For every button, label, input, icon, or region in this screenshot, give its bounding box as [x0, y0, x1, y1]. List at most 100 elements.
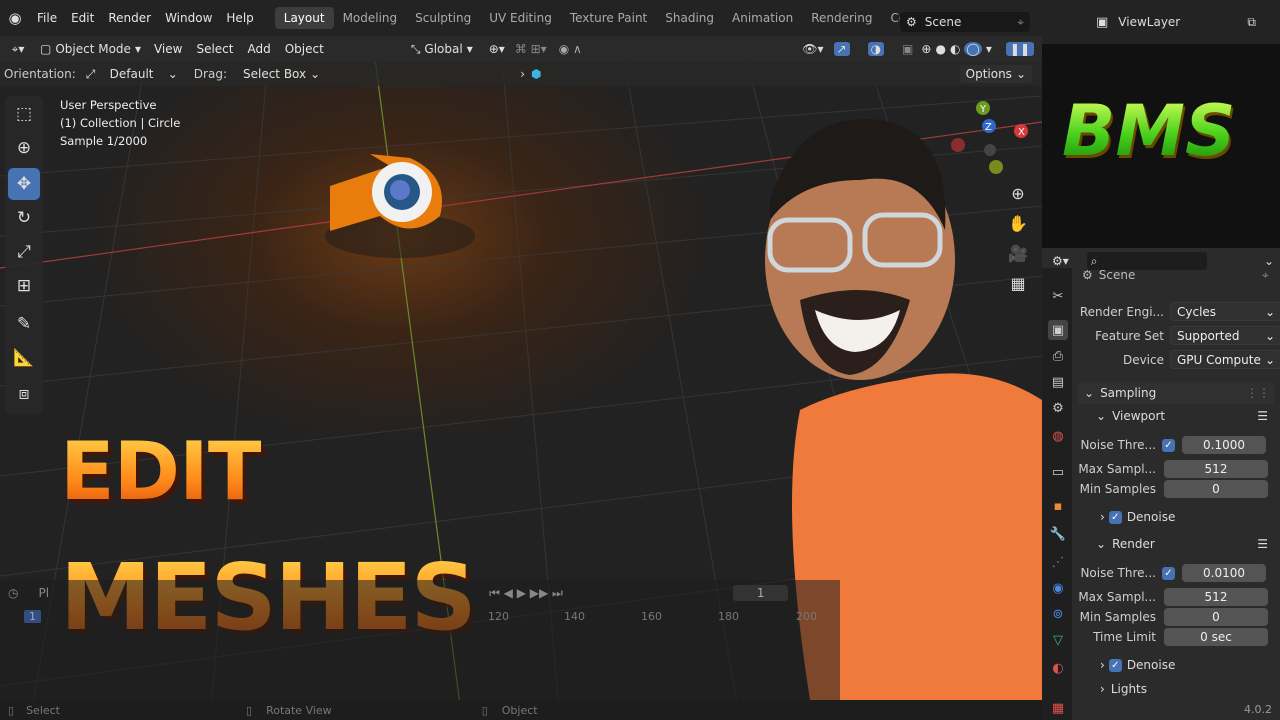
menu-object[interactable]: Object	[278, 42, 331, 56]
render-subpanel-header[interactable]: ⌄ Render ☰	[1096, 534, 1274, 554]
sampling-panel-header[interactable]: ⌄ Sampling ⋮⋮	[1078, 382, 1274, 404]
vp-denoise-header[interactable]: › ✓ Denoise	[1100, 510, 1175, 524]
output-tab-icon[interactable]: ⎙	[1048, 346, 1068, 366]
physics-tab-icon[interactable]: ◉	[1048, 578, 1068, 598]
presets-list-icon[interactable]: ☰	[1257, 409, 1268, 423]
pan-hand-icon[interactable]: ✋	[1005, 210, 1031, 236]
r-noise-field[interactable]: 0.0100	[1182, 564, 1266, 582]
world-tab-icon[interactable]: ◍	[1048, 426, 1068, 446]
blender-logo-icon[interactable]: ◉	[0, 9, 30, 27]
blender-logo-object[interactable]	[310, 136, 490, 266]
options-dropdown[interactable]: Options ⌄	[959, 65, 1032, 83]
constraints-tab-icon[interactable]: ⊚	[1048, 604, 1068, 624]
vp-denoise-checkbox[interactable]: ✓	[1108, 510, 1122, 524]
timeline-area[interactable]: ◷ Pl ⏮ ◀ ▶ ▶▶ ⏭ 1 1 120 140 160 180 200	[0, 580, 840, 700]
device-select[interactable]: GPU Compute ⌄	[1170, 350, 1280, 369]
select-box-tool-icon[interactable]: ⬚	[8, 98, 40, 130]
properties-editor-icon[interactable]: ⚙▾	[1052, 254, 1069, 268]
menu-view[interactable]: View	[147, 42, 189, 56]
overlay-toggle-icon[interactable]: ◑	[867, 42, 885, 56]
modifier-tab-icon[interactable]: 🔧	[1048, 524, 1068, 544]
menu-edit[interactable]: Edit	[64, 11, 101, 25]
header-chevron-icon[interactable]: ⌄	[1264, 254, 1274, 268]
shading-material-icon[interactable]: ◐	[950, 42, 960, 56]
navigation-gizmo[interactable]: Y Z X	[940, 96, 1030, 186]
pause-render-icon[interactable]: ❚❚	[1005, 42, 1034, 56]
tab-texture-paint[interactable]: Texture Paint	[561, 7, 656, 29]
drag-handle-icon[interactable]: ⋮⋮	[1246, 386, 1270, 400]
shading-wire-icon[interactable]: ⊕	[921, 42, 931, 56]
new-viewlayer-icon[interactable]: ⧉	[1247, 15, 1256, 30]
shading-solid-icon[interactable]: ●	[935, 42, 945, 56]
collection-tab-icon[interactable]: ▭	[1048, 462, 1068, 482]
menu-select[interactable]: Select	[189, 42, 240, 56]
viewlayer-name[interactable]: ViewLayer	[1118, 15, 1180, 29]
pin-icon[interactable]: ⌖	[1017, 15, 1024, 30]
menu-render[interactable]: Render	[101, 11, 158, 25]
tab-shading[interactable]: Shading	[656, 7, 723, 29]
add-cube-tool-icon[interactable]: ⧈	[8, 378, 40, 410]
viewport-subpanel-header[interactable]: ⌄ Viewport ☰	[1096, 406, 1274, 426]
tool-tab-icon[interactable]: ✂	[1048, 286, 1068, 306]
tab-sculpting[interactable]: Sculpting	[406, 7, 480, 29]
menu-window[interactable]: Window	[158, 11, 219, 25]
vp-noise-field[interactable]: 0.1000	[1182, 436, 1266, 454]
lights-panel-header[interactable]: › Lights	[1100, 682, 1147, 696]
vp-max-field[interactable]: 512	[1164, 460, 1268, 478]
orientation-dropdown[interactable]: ⤢ Default ⌄	[86, 67, 178, 82]
pin-context-icon[interactable]: ⌖	[1262, 268, 1269, 283]
pivot-icon[interactable]: ⊕▾	[489, 42, 505, 56]
tab-rendering[interactable]: Rendering	[802, 7, 881, 29]
expand-arrow-icon[interactable]: ›	[520, 67, 525, 81]
shading-options-icon[interactable]: ▾	[986, 42, 992, 56]
time-limit-field[interactable]: 0 sec	[1164, 628, 1268, 646]
scale-tool-icon[interactable]: ⤢	[8, 236, 40, 268]
object-tab-icon[interactable]: ▪	[1048, 496, 1068, 516]
xray-icon[interactable]: ▣	[902, 42, 913, 56]
view-layer-tab-icon[interactable]: ▤	[1048, 372, 1068, 392]
current-frame-field[interactable]: 1	[732, 585, 789, 601]
annotate-tool-icon[interactable]: ✎	[8, 308, 40, 340]
data-tab-icon[interactable]: ▽	[1048, 630, 1068, 650]
rotate-tool-icon[interactable]: ↻	[8, 202, 40, 234]
render-tab-icon[interactable]: ▣	[1048, 320, 1068, 340]
editor-type-icon[interactable]: ⌖▾	[0, 42, 36, 57]
proportional-edit-icon[interactable]: ◉ ∧	[559, 42, 582, 56]
tab-layout[interactable]: Layout	[274, 7, 334, 29]
measure-tool-icon[interactable]: 📐	[8, 342, 40, 374]
playback-controls[interactable]: ⏮ ◀ ▶ ▶▶ ⏭	[489, 586, 563, 601]
tab-modeling[interactable]: Modeling	[334, 7, 407, 29]
render-engine-select[interactable]: Cycles ⌄	[1170, 302, 1280, 321]
r-min-field[interactable]: 0	[1164, 608, 1268, 626]
menu-add[interactable]: Add	[240, 42, 277, 56]
visibility-icon[interactable]: 👁▾	[802, 42, 823, 56]
r-denoise-header[interactable]: › ✓ Denoise	[1100, 658, 1175, 672]
r-noise-checkbox[interactable]: ✓	[1162, 566, 1175, 580]
drag-dropdown[interactable]: Select Box ⌄	[243, 67, 320, 81]
mode-selector[interactable]: ▢ Object Mode ▾	[40, 42, 141, 56]
tab-animation[interactable]: Animation	[723, 7, 802, 29]
playback-menu[interactable]: Pl	[38, 586, 49, 600]
r-denoise-checkbox[interactable]: ✓	[1108, 658, 1122, 672]
snap-icon[interactable]: ⌘ ⊞▾	[515, 42, 547, 56]
r-max-field[interactable]: 512	[1164, 588, 1268, 606]
tab-uv-editing[interactable]: UV Editing	[480, 7, 561, 29]
gizmo-toggle-icon[interactable]: ↗	[833, 42, 850, 56]
scene-selector[interactable]: ⚙ Scene ⌖	[900, 12, 1030, 32]
transform-tool-icon[interactable]: ⊞	[8, 270, 40, 302]
feature-set-select[interactable]: Supported ⌄	[1170, 326, 1280, 345]
frame-marker[interactable]: 1	[24, 610, 41, 623]
texture-tab-icon[interactable]: ▦	[1048, 698, 1068, 718]
menu-help[interactable]: Help	[219, 11, 260, 25]
camera-view-icon[interactable]: 🎥	[1005, 240, 1031, 266]
menu-file[interactable]: File	[30, 11, 64, 25]
vp-noise-checkbox[interactable]: ✓	[1162, 438, 1175, 452]
cursor-tool-icon[interactable]: ⊕	[8, 132, 40, 164]
material-tab-icon[interactable]: ◐	[1048, 658, 1068, 678]
timeline-editor-icon[interactable]: ◷	[8, 586, 18, 600]
move-tool-icon[interactable]: ✥	[8, 168, 40, 200]
particles-tab-icon[interactable]: ⋰	[1048, 552, 1068, 572]
shading-rendered-icon[interactable]: ◯	[964, 42, 982, 56]
scene-tab-icon[interactable]: ⚙	[1048, 398, 1068, 418]
vp-min-field[interactable]: 0	[1164, 480, 1268, 498]
